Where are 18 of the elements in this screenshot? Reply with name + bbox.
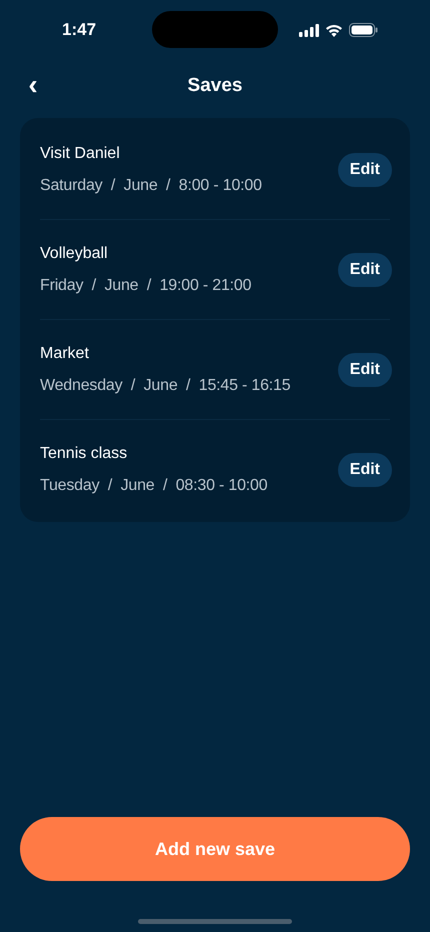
save-details: Tuesday / June / 08:30 - 10:00 bbox=[40, 476, 268, 496]
status-time: 1:47 bbox=[62, 19, 96, 42]
save-title: Visit Daniel bbox=[40, 144, 121, 164]
page-title: Saves bbox=[188, 74, 242, 98]
save-details: Saturday / June / 8:00 - 10:00 bbox=[40, 176, 262, 196]
edit-button[interactable]: Edit bbox=[338, 352, 392, 386]
save-title: Market bbox=[40, 344, 90, 364]
back-button[interactable]: ‹ bbox=[22, 70, 44, 100]
wifi-icon bbox=[325, 24, 343, 36]
signal-icon bbox=[299, 24, 319, 36]
battery-icon bbox=[349, 23, 378, 37]
save-title: Volleyball bbox=[40, 244, 109, 264]
edit-button[interactable]: Edit bbox=[338, 152, 392, 186]
edit-button[interactable]: Edit bbox=[338, 252, 392, 286]
save-title: Tennis class bbox=[40, 444, 128, 464]
save-details: Wednesday / June / 15:45 - 16:15 bbox=[40, 376, 290, 396]
save-details: Friday / June / 19:00 - 21:00 bbox=[40, 276, 252, 296]
edit-button[interactable]: Edit bbox=[338, 453, 392, 487]
